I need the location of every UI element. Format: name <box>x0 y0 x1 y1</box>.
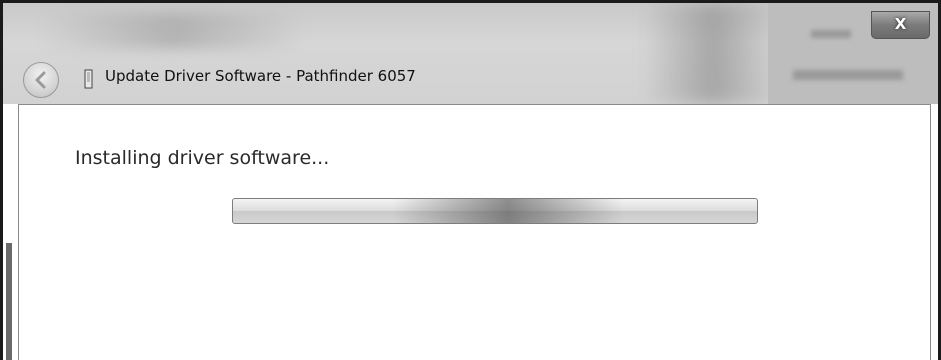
background-blur <box>811 30 851 38</box>
back-arrow-icon <box>35 71 46 89</box>
background-blur <box>643 3 783 104</box>
title-bar: X Update Driver Software - Pathfinder 60… <box>3 3 938 104</box>
progress-marquee <box>393 199 623 223</box>
window-edge <box>6 243 12 360</box>
dialog-window: X Update Driver Software - Pathfinder 60… <box>0 0 941 360</box>
progress-bar <box>232 198 758 224</box>
content-panel: Installing driver software... <box>18 104 931 360</box>
window-title: Update Driver Software - Pathfinder 6057 <box>105 67 416 85</box>
status-heading: Installing driver software... <box>75 147 330 169</box>
device-icon <box>84 69 93 89</box>
background-blur <box>793 70 903 80</box>
close-button[interactable]: X <box>871 11 930 39</box>
background-blur <box>43 13 303 49</box>
back-button[interactable] <box>23 62 59 98</box>
